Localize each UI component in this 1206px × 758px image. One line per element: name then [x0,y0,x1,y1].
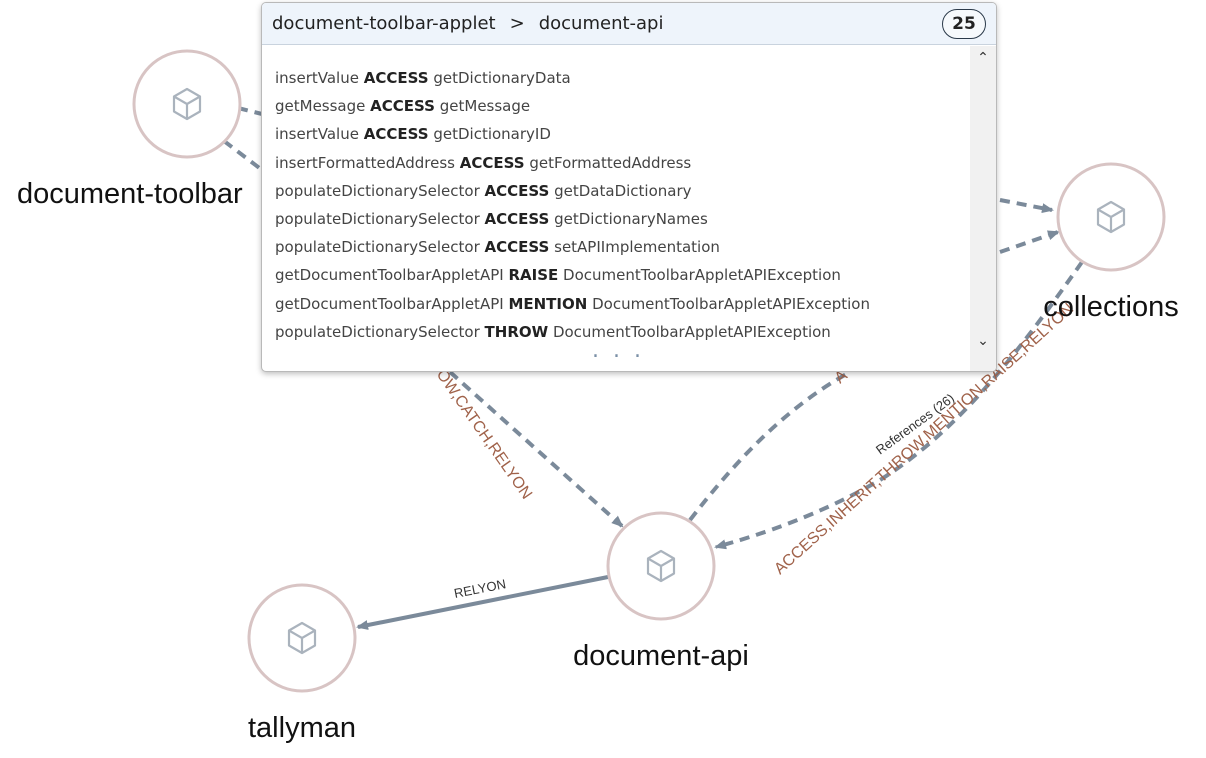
scroll-down-icon[interactable]: ⌄ [970,331,996,351]
node-tallyman[interactable]: tallyman [247,583,357,744]
list-item: insertFormattedAddress ACCESS getFormatt… [275,153,692,172]
list-item: getMessage ACCESS getMessage [275,97,531,116]
node-label: tallyman [248,712,356,744]
relation-list[interactable]: insertValue ACCESS getDictionaryData get… [262,46,970,371]
node-collections[interactable]: collections [1043,162,1179,323]
list-item: insertValue ACCESS getDictionaryData [275,69,571,87]
edge-to-collections-upper[interactable] [999,198,1054,214]
list-item: populateDictionarySelector ACCESS getDic… [275,209,708,228]
scroll-up-icon[interactable]: ⌃ [970,48,996,68]
node-document-toolbar[interactable]: document-toolbar [17,49,243,210]
node-label: collections [1043,291,1178,323]
node-label: document-api [573,640,749,672]
node-document-api[interactable]: document-api [573,511,749,672]
list-item: insertValue ACCESS getDictionaryID [275,125,551,144]
more-indicator: ... [592,338,655,363]
edge-toolbar-to-api[interactable] [448,370,624,528]
list-item: populateDictionarySelector ACCESS getDat… [275,181,692,200]
scrollbar[interactable]: ⌃ ⌄ [970,46,996,371]
list-item: getDocumentToolbarAppletAPI RAISE Docume… [275,266,841,285]
edge-details-popup: document-toolbar-applet > document-api 2… [261,2,997,372]
node-label: document-toolbar [17,178,243,210]
edge-api-to-collections[interactable] [688,370,851,522]
edge-toolbar-upper[interactable] [237,106,263,116]
popup-source: document-toolbar-applet [272,13,496,34]
edge-toolbar-lower[interactable] [222,139,264,172]
edge-to-collections-lower[interactable] [999,230,1060,254]
list-item: populateDictionarySelector ACCESS setAPI… [275,238,720,257]
popup-target: document-api [538,13,664,34]
popup-header: document-toolbar-applet > document-api 2… [262,3,996,45]
count-badge: 25 [942,8,986,39]
popup-separator: > [509,13,525,34]
list-item: getDocumentToolbarAppletAPI MENTION Docu… [275,294,870,313]
